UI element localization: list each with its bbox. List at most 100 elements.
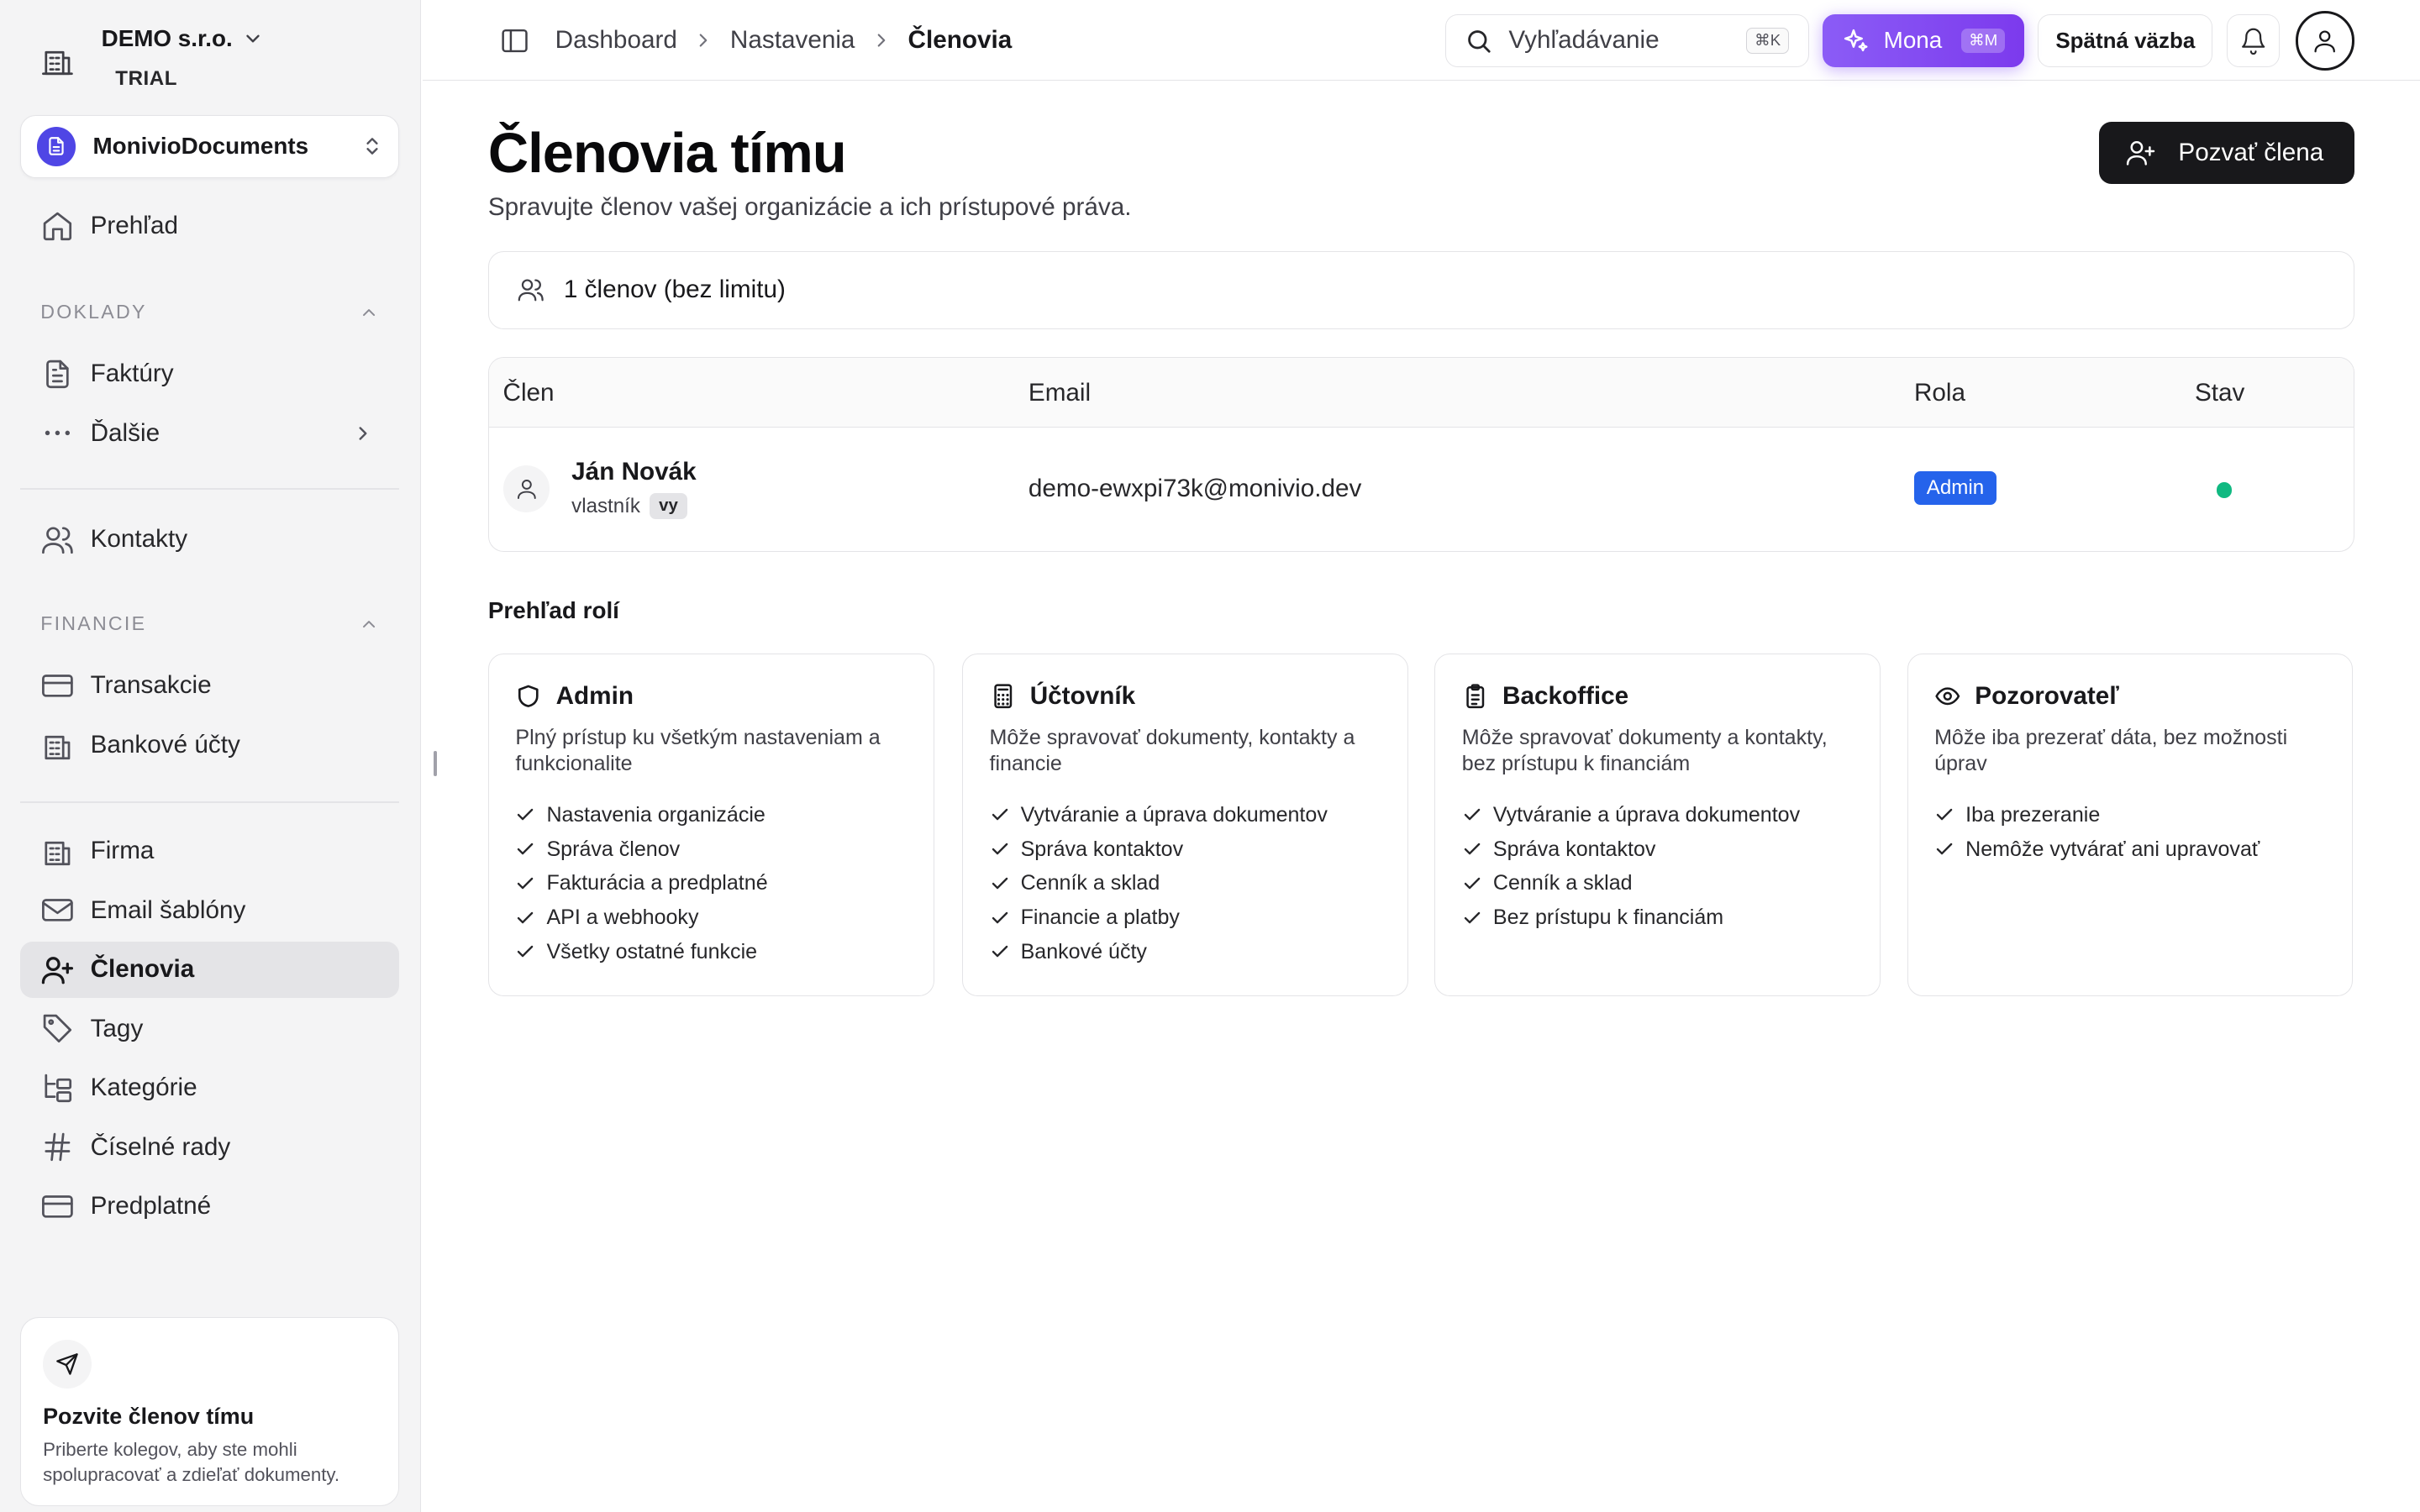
permission-item: Bankové účty: [990, 935, 1381, 969]
mona-label: Mona: [1883, 27, 1943, 54]
sidebar-item-transactions[interactable]: Transakcie: [20, 658, 399, 714]
chevron-right-icon: [871, 29, 892, 51]
permission-item: API a webhooky: [515, 900, 907, 935]
sparkles-icon: [1842, 27, 1870, 55]
tag-icon: [40, 1011, 75, 1046]
org-switcher[interactable]: DEMO s.r.o. TRIAL: [40, 22, 264, 91]
permission-item: Nastavenia organizácie: [515, 798, 907, 832]
invite-team-card[interactable]: Pozvite členov tímu Priberte kolegov, ab…: [20, 1317, 400, 1506]
sidebar-item-overview[interactable]: Prehľad: [20, 198, 399, 255]
search-icon: [1465, 27, 1492, 55]
role-description: Môže spravovať dokumenty a kontakty, bez…: [1461, 725, 1828, 776]
calculator-icon: [990, 683, 1017, 710]
clipboard-icon: [1462, 683, 1489, 710]
check-icon: [1462, 908, 1482, 928]
user-menu-button[interactable]: [2295, 10, 2355, 71]
check-icon: [1462, 805, 1482, 825]
check-icon: [515, 805, 535, 825]
breadcrumb-dashboard[interactable]: Dashboard: [555, 26, 677, 55]
sidebar-toggle-icon[interactable]: [499, 25, 530, 56]
role-card-viewer: Pozorovateľ Môže iba prezerať dáta, bez …: [1907, 653, 2354, 996]
permission-item: Cenník a sklad: [1462, 866, 1854, 900]
sidebar-item-bank-accounts[interactable]: Bankové účty: [20, 717, 399, 774]
permission-item: Všetky ostatné funkcie: [515, 935, 907, 969]
permission-item: Správa členov: [515, 832, 907, 867]
sidebar-item-label: Kategórie: [90, 1074, 197, 1102]
breadcrumb-current: Členovia: [908, 26, 1013, 55]
sidebar-item-label: Členovia: [90, 955, 195, 984]
user-icon: [2311, 27, 2338, 55]
search-input[interactable]: Vyhľadávanie ⌘K: [1445, 13, 1809, 67]
avatar: [502, 465, 550, 512]
chevron-right-icon: [692, 29, 714, 51]
app-switcher[interactable]: MonivioDocuments: [20, 115, 400, 178]
permission-label: Nastavenia organizácie: [546, 802, 765, 827]
chevron-down-icon: [242, 28, 264, 50]
permission-label: Správa členov: [546, 837, 681, 861]
notifications-button[interactable]: [2226, 13, 2281, 67]
sidebar-item-tags[interactable]: Tagy: [20, 1000, 399, 1057]
permission-item: Cenník a sklad: [990, 866, 1381, 900]
sidebar-item-company[interactable]: Firma: [20, 823, 399, 879]
sidebar-item-label: Prehľad: [90, 212, 178, 240]
column-header-status: Stav: [2194, 378, 2245, 407]
permission-label: Cenník a sklad: [1020, 871, 1160, 895]
user-plus-icon: [40, 953, 75, 987]
sidebar-item-label: Tagy: [90, 1014, 144, 1042]
feedback-button[interactable]: Spätná väzba: [2038, 13, 2213, 67]
column-header-email: Email: [1028, 378, 1092, 407]
role-card-backoffice: Backoffice Môže spravovať dokumenty a ko…: [1434, 653, 1881, 996]
sidebar-item-subscription[interactable]: Predplatné: [20, 1179, 399, 1235]
you-tag: vy: [650, 493, 687, 519]
permission-item: Nemôže vytvárať ani upravovať: [1934, 832, 2326, 867]
permission-item: Správa kontaktov: [990, 832, 1381, 867]
sidebar: DEMO s.r.o. TRIAL MonivioDocuments Prehľ…: [0, 0, 422, 1512]
eye-icon: [1934, 683, 1961, 710]
role-name: Backoffice: [1502, 681, 1629, 710]
document-app-icon: [36, 127, 76, 166]
divider: [20, 801, 400, 803]
sidebar-item-label: Predplatné: [90, 1192, 212, 1221]
permission-label: Fakturácia a predplatné: [546, 871, 768, 895]
page-subtitle: Spravujte členov vašej organizácie a ich…: [487, 193, 1132, 222]
sidebar-item-members[interactable]: Členovia: [20, 941, 400, 998]
credit-card-icon: [40, 1189, 75, 1224]
mona-ai-button[interactable]: Mona ⌘M: [1823, 13, 2024, 67]
table-row[interactable]: Ján Novák vlastník vy demo-ewxpi73k@moni…: [489, 428, 2354, 550]
sidebar-item-number-series[interactable]: Číselné rady: [20, 1119, 399, 1175]
divider: [20, 487, 400, 490]
chevron-up-icon: [359, 302, 379, 323]
section-documents[interactable]: DOKLADY: [40, 301, 379, 323]
sidebar-item-label: Ďalšie: [90, 418, 160, 447]
table-header: Člen Email Rola Stav: [488, 357, 2354, 428]
permission-label: Správa kontaktov: [1020, 837, 1184, 861]
sidebar-item-categories[interactable]: Kategórie: [20, 1060, 399, 1116]
sidebar-item-email-templates[interactable]: Email šablóny: [20, 882, 399, 938]
member-count-bar: 1 členov (bez limitu): [487, 250, 2355, 329]
check-icon: [990, 805, 1010, 825]
sidebar-item-contacts[interactable]: Kontakty: [20, 512, 399, 568]
check-icon: [990, 839, 1010, 859]
sidebar-item-more[interactable]: Ďalšie: [20, 405, 399, 461]
mona-shortcut: ⌘M: [1960, 28, 2006, 53]
user-plus-icon: [2125, 137, 2156, 168]
sidebar-item-invoices[interactable]: Faktúry: [20, 346, 399, 402]
sidebar-item-label: Transakcie: [90, 671, 212, 700]
breadcrumb-settings[interactable]: Nastavenia: [730, 26, 855, 55]
permission-label: API a webhooky: [546, 906, 699, 930]
permission-label: Nemôže vytvárať ani upravovať: [1965, 837, 2260, 861]
permission-label: Všetky ostatné funkcie: [546, 939, 758, 963]
check-icon: [990, 874, 1010, 894]
check-icon: [515, 942, 535, 962]
invite-button-label: Pozvať člena: [2178, 138, 2324, 166]
sidebar-item-label: Číselné rady: [90, 1132, 231, 1161]
role-permissions: Vytváranie a úprava dokumentov Správa ko…: [990, 798, 1381, 969]
permission-label: Bez prístupu k financiám: [1492, 906, 1724, 930]
section-finance[interactable]: FINANCIE: [40, 612, 379, 635]
main-content: Členovia tímu Spravujte členov vašej org…: [423, 82, 2420, 1512]
member-meta: vlastník vy: [571, 493, 687, 519]
user-icon: [514, 476, 539, 501]
invite-member-button[interactable]: Pozvať člena: [2098, 121, 2355, 184]
check-icon: [515, 874, 535, 894]
sidebar-item-label: Faktúry: [90, 360, 174, 388]
